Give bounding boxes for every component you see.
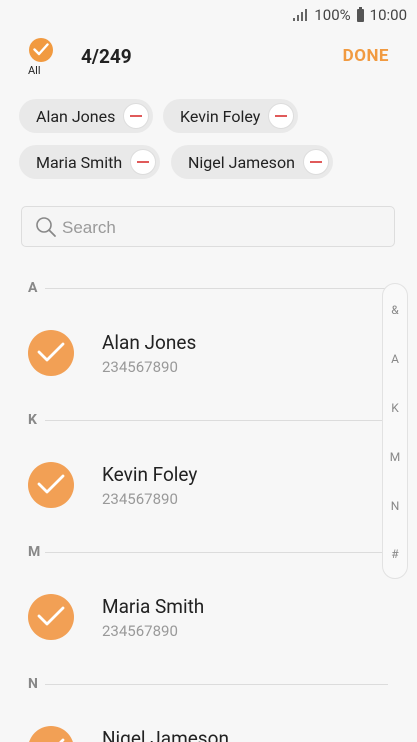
contact-checkbox[interactable] [28, 330, 74, 376]
selected-chip: Nigel Jameson [171, 145, 333, 179]
search-icon [36, 217, 56, 237]
divider [45, 684, 388, 685]
selected-count: 4/249 [81, 45, 132, 68]
chip-label: Nigel Jameson [188, 152, 295, 172]
contact-name: Alan Jones [102, 331, 197, 354]
battery-percent: 100% [314, 6, 351, 24]
contact-item[interactable]: Kevin Foley 234567890 [0, 462, 380, 542]
chip-label: Kevin Foley [180, 106, 261, 126]
select-all-label: All [28, 64, 41, 77]
section-letter: M [28, 544, 41, 560]
search-input[interactable] [60, 207, 384, 248]
battery-icon [356, 6, 364, 22]
clock: 10:00 [369, 6, 407, 24]
section-letter: K [28, 412, 37, 428]
section-letter: A [28, 280, 38, 296]
index-letter[interactable]: A [383, 352, 407, 366]
signal-icon [293, 9, 308, 21]
status-bar: 100% 10:00 [0, 0, 417, 30]
section-header-k: K [28, 412, 388, 428]
fast-scroll-index[interactable]: & A K M N # [382, 283, 408, 579]
contact-checkbox[interactable] [28, 462, 74, 508]
index-letter[interactable]: # [383, 547, 407, 561]
chip-label: Maria Smith [36, 152, 123, 172]
contact-number: 234567890 [102, 358, 178, 376]
select-all-checkbox[interactable] [29, 38, 53, 62]
divider [45, 420, 388, 421]
section-header-n: N [28, 676, 388, 692]
done-button[interactable]: DONE [343, 46, 389, 66]
section-header-a: A [28, 280, 388, 296]
check-icon [37, 606, 65, 626]
index-letter[interactable]: & [383, 303, 407, 317]
status-right: 100% 10:00 [293, 6, 407, 24]
check-icon [37, 474, 65, 494]
contact-name: Nigel Jameson [102, 727, 229, 742]
contact-item[interactable]: Maria Smith 234567890 [0, 594, 380, 674]
contact-item[interactable]: Alan Jones 234567890 [0, 330, 380, 410]
contact-name: Kevin Foley [102, 463, 198, 486]
contact-item[interactable]: Nigel Jameson [0, 726, 380, 742]
minus-icon[interactable] [130, 149, 157, 175]
index-letter[interactable]: K [383, 401, 407, 415]
contact-number: 234567890 [102, 490, 178, 508]
check-icon [37, 342, 65, 362]
selection-header: All 4/249 DONE [0, 36, 417, 82]
contact-checkbox[interactable] [28, 726, 74, 742]
selected-chip: Alan Jones [19, 99, 154, 133]
section-letter: N [28, 676, 38, 692]
selected-chip: Kevin Foley [163, 99, 299, 133]
search-box [21, 206, 395, 248]
divider [45, 552, 388, 553]
divider [45, 288, 388, 289]
contact-name: Maria Smith [102, 595, 205, 618]
chip-label: Alan Jones [36, 106, 116, 126]
contact-number: 234567890 [102, 622, 178, 640]
check-icon [33, 43, 49, 56]
minus-icon[interactable] [302, 149, 329, 175]
minus-icon[interactable] [123, 103, 150, 129]
index-letter[interactable]: M [383, 450, 407, 464]
minus-icon[interactable] [268, 103, 295, 129]
selected-chip: Maria Smith [19, 145, 161, 179]
index-letter[interactable]: N [383, 499, 407, 513]
section-header-m: M [28, 544, 388, 560]
check-icon [59, 738, 65, 742]
contact-checkbox[interactable] [28, 594, 74, 640]
